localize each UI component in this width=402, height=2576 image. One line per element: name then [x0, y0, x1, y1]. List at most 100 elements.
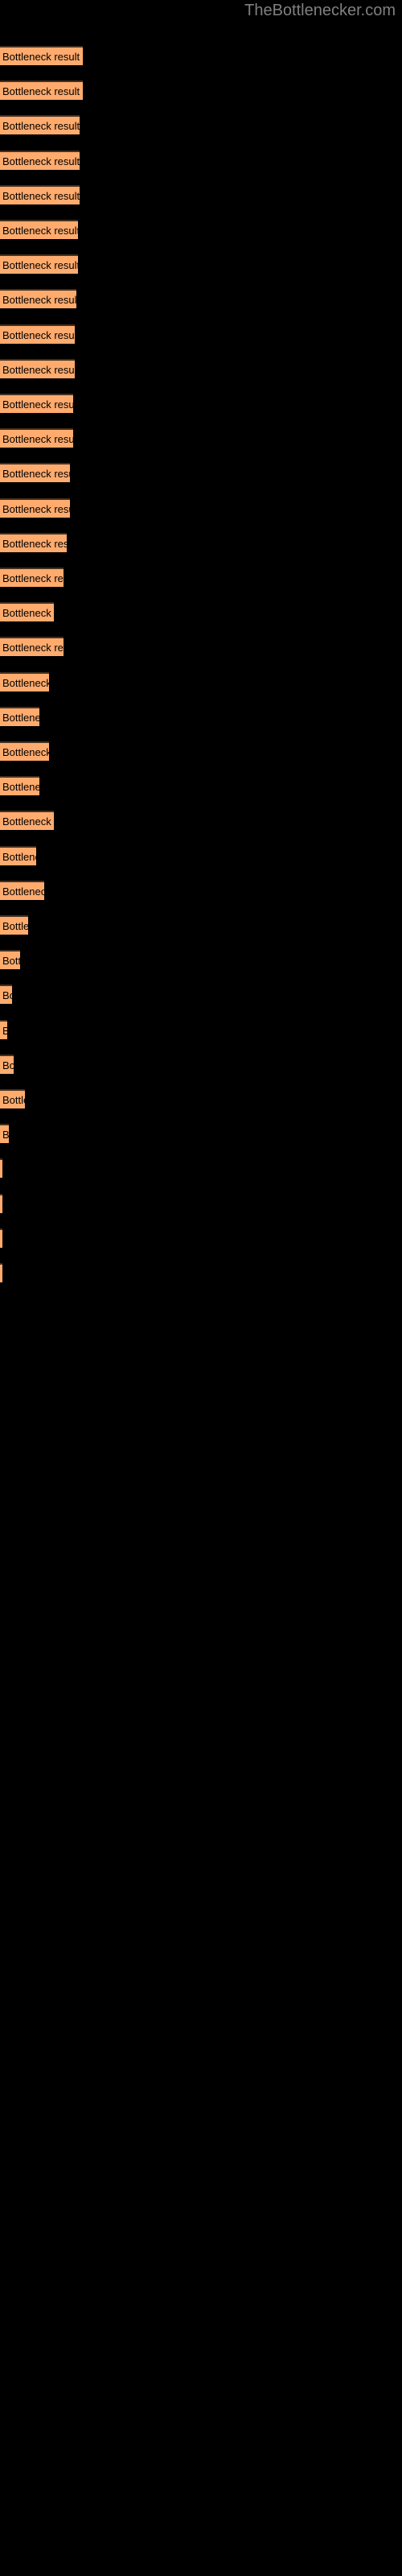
bar-segment[interactable]: Bottleneck result	[0, 985, 12, 1005]
bar-label: Bottleneck result	[2, 120, 80, 133]
bar-row: Bottleneck result	[0, 776, 402, 796]
bar-segment[interactable]: Bottleneck result	[0, 706, 39, 726]
bar-row: Bottleneck result	[0, 811, 402, 831]
bar-segment[interactable]: Bottleneck result	[0, 1263, 2, 1282]
bar-label: Bottleneck result	[2, 189, 80, 202]
bar-label: Bottleneck result	[2, 363, 75, 376]
bar-segment[interactable]: Bottleneck result	[0, 1158, 2, 1179]
bar-segment[interactable]: Bottleneck result	[0, 637, 64, 657]
bar-label: Bottleneck result	[2, 746, 49, 758]
bar-segment[interactable]: Bottleneck result	[0, 671, 49, 691]
bar-row: Bottleneck result	[0, 532, 402, 552]
bar-segment[interactable]: Bottleneck result	[0, 324, 75, 344]
bar-row: Bottleneck result	[0, 1124, 402, 1144]
bar-label: Bottleneck result	[2, 607, 54, 620]
bar-segment[interactable]: Bottleneck result	[0, 463, 70, 483]
bar-segment[interactable]: Bottleneck result	[0, 46, 83, 65]
bar-label: Bottleneck result	[2, 955, 20, 968]
bar-row: Bottleneck result	[0, 324, 402, 344]
bar-row: Bottleneck result	[0, 80, 402, 101]
bar-segment[interactable]: Bottleneck result	[0, 1193, 2, 1213]
bar-label: Bottleneck result	[2, 676, 49, 689]
bar-row: Bottleneck result	[0, 602, 402, 622]
bar-label: Bottleneck result	[2, 433, 73, 446]
bar-row: Bottleneck result	[0, 1228, 402, 1248]
bar-row: Bottleneck result	[0, 289, 402, 309]
bar-segment[interactable]: Bottleneck result	[0, 845, 36, 865]
bar-segment[interactable]: Bottleneck result	[0, 497, 70, 518]
bar-row: Bottleneck result	[0, 880, 402, 900]
bar-label: Bottleneck result	[2, 328, 75, 341]
bar-segment[interactable]: Bottleneck result	[0, 532, 67, 552]
bar-segment[interactable]: Bottleneck result	[0, 220, 78, 239]
bar-label: Bottleneck result	[2, 815, 54, 828]
bar-segment[interactable]: Bottleneck result	[0, 1124, 9, 1144]
bar-segment[interactable]: Bottleneck result	[0, 358, 75, 378]
bar-row: Bottleneck result	[0, 637, 402, 657]
bar-segment[interactable]: Bottleneck result	[0, 950, 20, 970]
bar-segment[interactable]: Bottleneck result	[0, 394, 73, 413]
bar-row: Bottleneck result	[0, 671, 402, 691]
bar-label: Bottleneck result	[2, 537, 67, 550]
bar-segment[interactable]: Bottleneck result	[0, 568, 64, 587]
bar-segment[interactable]: Bottleneck result	[0, 428, 73, 448]
bar-label: Bottleneck result	[2, 85, 80, 98]
bar-label: Bottleneck result	[2, 1059, 14, 1071]
bar-label: Bottleneck result	[2, 920, 28, 932]
bar-segment[interactable]: Bottleneck result	[0, 880, 44, 900]
bar-label: Bottleneck result	[2, 502, 70, 515]
bar-row: Bottleneck result	[0, 706, 402, 726]
bar-label: Bottleneck result	[2, 642, 64, 654]
bar-segment[interactable]: Bottleneck result	[0, 1019, 7, 1039]
bar-row: Bottleneck result	[0, 428, 402, 448]
bar-label: Bottleneck result	[2, 572, 64, 584]
bar-row: Bottleneck result	[0, 950, 402, 970]
bar-list: Bottleneck result Bottleneck result Bottle…	[0, 0, 402, 2576]
bar-label: Bottleneck result	[2, 1094, 25, 1106]
bar-segment[interactable]: Bottleneck result	[0, 811, 54, 831]
bar-row: Bottleneck result	[0, 220, 402, 239]
bar-row: Bottleneck result	[0, 254, 402, 275]
bar-segment[interactable]: Bottleneck result	[0, 915, 28, 935]
bar-row: Bottleneck result	[0, 184, 402, 204]
bar-segment[interactable]: Bottleneck result	[0, 289, 76, 309]
bar-segment[interactable]: Bottleneck result	[0, 1228, 2, 1248]
bar-row: Bottleneck result	[0, 845, 402, 865]
bar-row: Bottleneck result	[0, 150, 402, 170]
bar-label: Bottleneck result	[2, 51, 80, 63]
bar-label: Bottleneck result	[2, 1129, 9, 1141]
bar-label: Bottleneck result	[2, 989, 12, 1002]
bar-row: Bottleneck result	[0, 568, 402, 587]
bar-label: Bottleneck result	[2, 225, 78, 237]
bar-row: Bottleneck result	[0, 358, 402, 378]
bar-segment[interactable]: Bottleneck result	[0, 184, 80, 204]
bar-label: Bottleneck result	[2, 850, 36, 863]
bar-row: Bottleneck result	[0, 1158, 402, 1179]
bar-row: Bottleneck result	[0, 497, 402, 518]
bar-row: Bottleneck result	[0, 1193, 402, 1213]
bar-row: Bottleneck result	[0, 1054, 402, 1074]
bar-row: Bottleneck result	[0, 1263, 402, 1282]
bar-segment[interactable]: Bottleneck result	[0, 150, 80, 170]
bar-label: Bottleneck result	[2, 885, 44, 898]
bar-segment[interactable]: Bottleneck result	[0, 602, 54, 622]
bar-segment[interactable]: Bottleneck result	[0, 115, 80, 135]
bar-row: Bottleneck result	[0, 115, 402, 135]
bar-row: Bottleneck result	[0, 463, 402, 483]
bar-segment[interactable]: Bottleneck result	[0, 254, 78, 275]
bar-row: Bottleneck result	[0, 46, 402, 65]
bar-label: Bottleneck result	[2, 294, 76, 307]
bar-row: Bottleneck result	[0, 1089, 402, 1108]
bar-segment[interactable]: Bottleneck result	[0, 1054, 14, 1074]
bar-segment[interactable]: Bottleneck result	[0, 80, 83, 101]
bar-label: Bottleneck result	[2, 781, 39, 794]
bar-label: Bottleneck result	[2, 398, 73, 411]
bar-segment[interactable]: Bottleneck result	[0, 741, 49, 761]
bar-row: Bottleneck result	[0, 741, 402, 761]
bottleneck-chart: TheBottlenecker.com Bottleneck result Bot…	[0, 0, 402, 2576]
bar-row: Bottleneck result	[0, 394, 402, 413]
bar-segment[interactable]: Bottleneck result	[0, 776, 39, 796]
bar-segment[interactable]: Bottleneck result	[0, 1089, 25, 1108]
bar-row: Bottleneck result	[0, 1019, 402, 1039]
bar-label: Bottleneck result	[2, 259, 78, 272]
